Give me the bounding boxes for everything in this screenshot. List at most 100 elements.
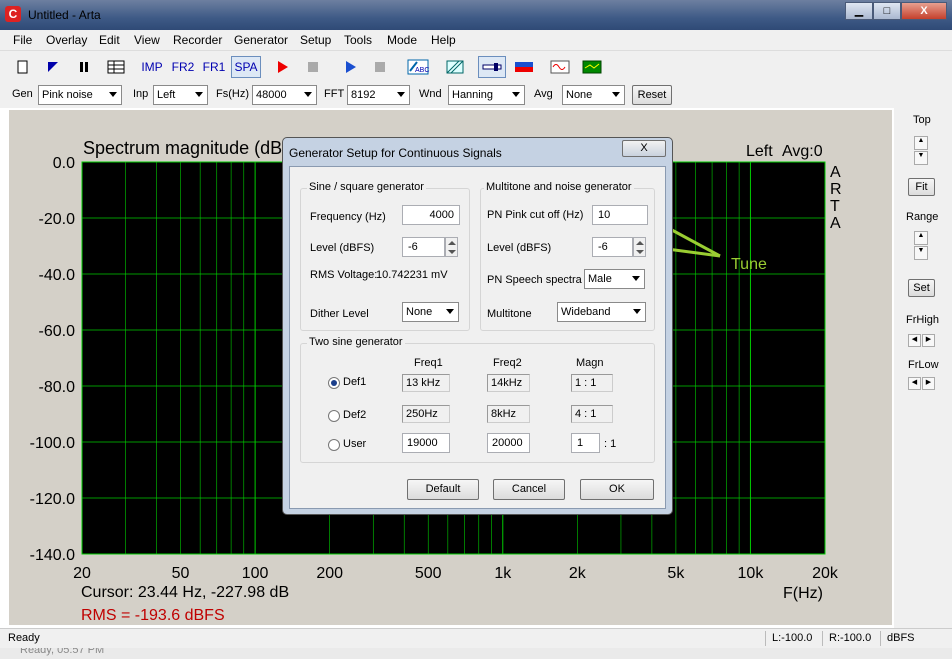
rms-voltage-value: 10.742231 mV — [376, 269, 448, 281]
pink-cutoff-input[interactable]: 10 — [592, 205, 648, 225]
status-bar: Ready L:-100.0 R:-100.0 dBFS — [0, 628, 952, 648]
cursor-tool-icon[interactable] — [478, 56, 506, 78]
menu-setup[interactable]: Setup — [300, 33, 331, 47]
spin-down-icon — [636, 250, 644, 254]
reset-button[interactable]: Reset — [632, 85, 672, 105]
x-tick-label: 10k — [738, 565, 765, 582]
frlow-right-button[interactable]: ▶ — [922, 377, 935, 390]
def1-radio[interactable] — [328, 377, 340, 389]
menu-bar: File Overlay Edit View Recorder Generato… — [0, 30, 952, 51]
menu-recorder[interactable]: Recorder — [173, 33, 222, 47]
multitone-level-spinner[interactable] — [633, 237, 646, 257]
set-button[interactable]: Set — [908, 279, 935, 297]
top-up-button[interactable]: ▲ — [914, 136, 928, 150]
generator-setup-dialog: Generator Setup for Continuous Signals X… — [282, 137, 673, 515]
avg-label: Avg — [534, 88, 553, 100]
ok-button[interactable]: OK — [580, 479, 654, 500]
speech-spectra-select[interactable]: Male — [584, 269, 645, 289]
record-icon[interactable] — [271, 56, 293, 78]
menu-view[interactable]: View — [134, 33, 160, 47]
avg-select[interactable]: None — [562, 85, 625, 105]
dialog-close-button[interactable]: X — [622, 140, 666, 157]
sine-level-label: Level (dBFS) — [310, 242, 375, 254]
play-icon[interactable] — [339, 56, 361, 78]
x-tick-label: 500 — [415, 565, 442, 582]
stop-icon[interactable] — [302, 56, 324, 78]
menu-tools[interactable]: Tools — [344, 33, 372, 47]
new-icon[interactable] — [12, 56, 34, 78]
pink-cutoff-label: PN Pink cut off (Hz) — [487, 209, 584, 221]
frhigh-right-button[interactable]: ▶ — [922, 334, 935, 347]
dither-select[interactable]: None — [402, 302, 459, 322]
table-icon[interactable] — [104, 56, 128, 78]
chevron-down-icon — [612, 92, 620, 97]
def2-radio[interactable] — [328, 410, 340, 422]
open-icon[interactable] — [42, 56, 64, 78]
frequency-label: Frequency (Hz) — [310, 211, 386, 223]
def1-label: Def1 — [343, 376, 367, 388]
waveform-icon[interactable] — [547, 56, 573, 78]
wnd-label: Wnd — [419, 88, 442, 100]
multitone-level-input[interactable]: -6 — [592, 237, 633, 257]
menu-generator[interactable]: Generator — [234, 33, 288, 47]
inp-select[interactable]: Left — [153, 85, 208, 105]
fft-label: FFT — [324, 88, 345, 100]
wnd-select[interactable]: Hanning — [448, 85, 525, 105]
chevron-down-icon — [304, 92, 312, 97]
fr1-mode-button[interactable]: FR1 — [200, 56, 228, 78]
logo-letter-a: A — [830, 164, 841, 181]
sine-level-input[interactable]: -6 — [402, 237, 445, 257]
magn-suffix: : 1 — [604, 438, 617, 450]
def2-freq1: 250Hz — [402, 405, 450, 423]
def2-label: Def2 — [343, 409, 367, 421]
fit-button[interactable]: Fit — [908, 178, 935, 196]
x-axis-label: F(Hz) — [783, 585, 823, 602]
spectrum-icon[interactable] — [579, 56, 605, 78]
speech-spectra-label: PN Speech spectra — [487, 274, 582, 286]
right-panel: Top ▲ ▼ Fit Range ▲ ▼ Set FrHigh ◀ ▶ FrL… — [894, 108, 952, 628]
fs-select[interactable]: 48000 — [252, 85, 317, 105]
top-label: Top — [913, 114, 931, 126]
gen-select[interactable]: Pink noise — [38, 85, 122, 105]
wnd-value: Hanning — [452, 89, 493, 101]
frequency-input[interactable]: 4000 — [402, 205, 460, 225]
user-magn-input[interactable]: 1 — [571, 433, 600, 453]
menu-edit[interactable]: Edit — [99, 33, 120, 47]
menu-overlay[interactable]: Overlay — [46, 33, 87, 47]
y-tick-label: -100.0 — [30, 435, 75, 452]
x-tick-label: 20 — [73, 565, 91, 582]
two-sine-group-title: Two sine generator — [307, 336, 405, 348]
maximize-button[interactable]: □ — [873, 2, 901, 20]
overlay-icon[interactable] — [511, 56, 537, 78]
toolbar: IMP FR2 FR1 SPA ABC — [0, 51, 952, 82]
user-radio[interactable] — [328, 439, 340, 451]
frhigh-left-button[interactable]: ◀ — [908, 334, 921, 347]
range-down-button[interactable]: ▼ — [914, 246, 928, 260]
pause-icon[interactable] — [73, 56, 95, 78]
stop-generator-icon[interactable] — [369, 56, 391, 78]
top-down-button[interactable]: ▼ — [914, 151, 928, 165]
user-freq1-input[interactable]: 19000 — [402, 433, 450, 453]
user-freq2-input[interactable]: 20000 — [487, 433, 530, 453]
gen-label: Gen — [12, 88, 33, 100]
fft-select[interactable]: 8192 — [347, 85, 410, 105]
minimize-button[interactable]: ▁ — [845, 2, 873, 20]
frlow-left-button[interactable]: ◀ — [908, 377, 921, 390]
background-window-strip: Ready, 05:57 PM — [0, 648, 952, 659]
background-status-text: Ready, 05:57 PM — [20, 648, 105, 656]
abc-icon[interactable]: ABC — [405, 56, 431, 78]
cancel-button[interactable]: Cancel — [493, 479, 565, 500]
hatch-icon[interactable] — [444, 56, 466, 78]
close-window-button[interactable]: X — [901, 2, 947, 20]
def2-magn: 4 : 1 — [571, 405, 613, 423]
fr2-mode-button[interactable]: FR2 — [169, 56, 197, 78]
spa-mode-button[interactable]: SPA — [231, 56, 261, 78]
sine-level-spinner[interactable] — [445, 237, 458, 257]
menu-help[interactable]: Help — [431, 33, 456, 47]
imp-mode-button[interactable]: IMP — [139, 56, 165, 78]
default-button[interactable]: Default — [407, 479, 479, 500]
menu-mode[interactable]: Mode — [387, 33, 417, 47]
range-up-button[interactable]: ▲ — [914, 231, 928, 245]
multitone-type-select[interactable]: Wideband — [557, 302, 646, 322]
menu-file[interactable]: File — [13, 33, 32, 47]
